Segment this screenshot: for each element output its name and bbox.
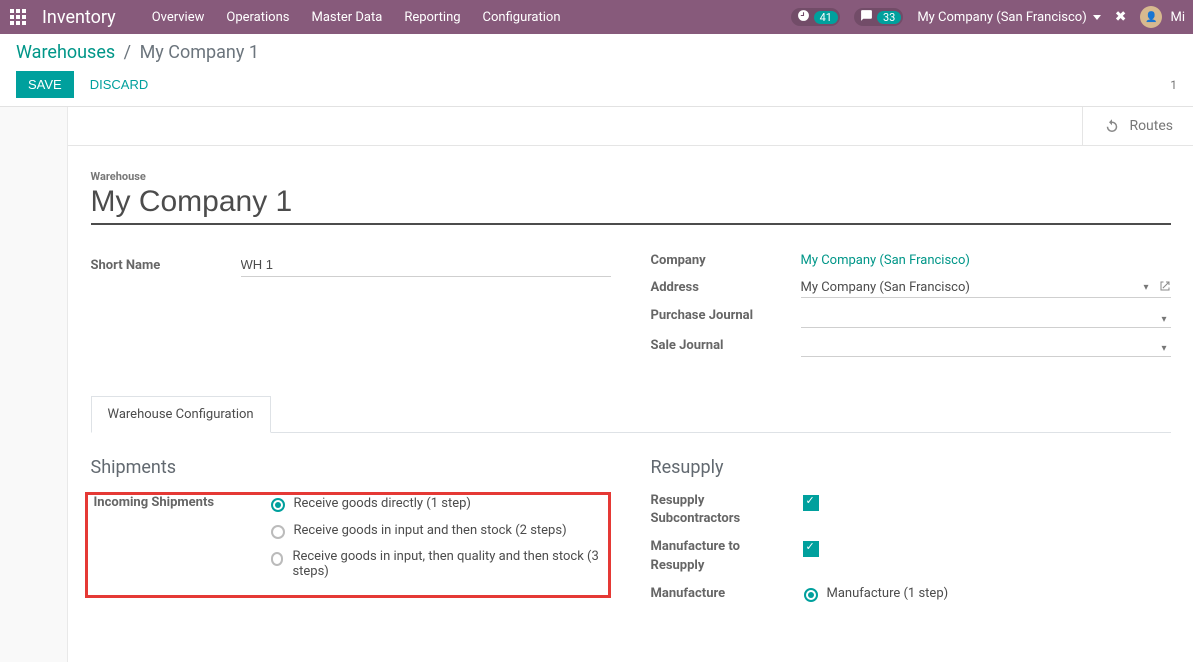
- activity-count: 41: [814, 11, 838, 24]
- messages-count: 33: [877, 11, 901, 24]
- save-button[interactable]: SAVE: [16, 71, 74, 98]
- manufacture-option-1-label: Manufacture (1 step): [827, 586, 949, 601]
- menu-operations[interactable]: Operations: [226, 10, 289, 25]
- clock-icon: [797, 9, 810, 25]
- incoming-option-1-label: Receive goods directly (1 step): [294, 496, 471, 511]
- breadcrumb-sep: /: [124, 42, 131, 63]
- avatar[interactable]: 👤: [1140, 6, 1162, 28]
- left-column: Short Name: [91, 253, 611, 367]
- shipments-section: Shipments Incoming Shipments Receive goo…: [91, 457, 611, 622]
- resupply-subcontractors-label: Resupply Subcontractors: [651, 492, 775, 528]
- resupply-subcontractors-checkbox[interactable]: [803, 495, 819, 511]
- manufacture-to-resupply-checkbox[interactable]: [803, 541, 819, 557]
- company-value[interactable]: My Company (San Francisco): [801, 253, 1171, 268]
- incoming-option-3-label: Receive goods in input, then quality and…: [292, 549, 601, 579]
- warehouse-name-input[interactable]: [91, 183, 1171, 225]
- incoming-radio-3[interactable]: [271, 552, 284, 566]
- messages-indicator[interactable]: 33: [854, 8, 903, 26]
- resupply-heading: Resupply: [651, 457, 1171, 478]
- sale-journal-label: Sale Journal: [651, 338, 801, 353]
- short-name-input[interactable]: [241, 253, 611, 277]
- chat-icon: [860, 9, 873, 25]
- manufacture-label: Manufacture: [651, 585, 775, 603]
- chevron-down-icon: [1093, 15, 1101, 20]
- highlight-box: Incoming Shipments Receive goods directl…: [85, 492, 611, 598]
- tab-warehouse-config[interactable]: Warehouse Configuration: [91, 396, 271, 433]
- chevron-down-icon: ▾: [1157, 314, 1170, 325]
- incoming-shipments-label: Incoming Shipments: [94, 495, 242, 589]
- activity-indicator[interactable]: 41: [791, 8, 840, 26]
- manufacture-radio-1[interactable]: [804, 588, 818, 602]
- main-menu: Overview Operations Master Data Reportin…: [152, 10, 561, 25]
- breadcrumb: Warehouses / My Company 1: [16, 42, 1177, 63]
- menu-overview[interactable]: Overview: [152, 10, 205, 25]
- form-sheet: Warehouse Short Name Company M: [91, 146, 1171, 662]
- apps-icon[interactable]: [8, 7, 28, 27]
- incoming-radio-1[interactable]: [271, 498, 285, 512]
- address-label: Address: [651, 280, 801, 295]
- pager[interactable]: 1: [1170, 78, 1177, 92]
- button-box: Routes: [68, 107, 1193, 146]
- menu-master-data[interactable]: Master Data: [311, 10, 382, 25]
- left-gutter: [0, 107, 68, 662]
- purchase-journal-input[interactable]: ▾: [801, 312, 1171, 328]
- warehouse-label: Warehouse: [91, 170, 1171, 183]
- tabs: Warehouse Configuration: [91, 395, 1171, 433]
- breadcrumb-current: My Company 1: [140, 42, 259, 63]
- incoming-option-2[interactable]: Receive goods in input and then stock (2…: [266, 522, 602, 539]
- shipments-heading: Shipments: [91, 457, 611, 478]
- incoming-option-2-label: Receive goods in input and then stock (2…: [294, 523, 567, 538]
- address-value: My Company (San Francisco): [801, 280, 970, 295]
- manufacture-to-resupply-label: Manufacture to Resupply: [651, 538, 775, 574]
- incoming-option-1[interactable]: Receive goods directly (1 step): [266, 495, 602, 512]
- top-navbar: Inventory Overview Operations Master Dat…: [0, 0, 1193, 34]
- menu-reporting[interactable]: Reporting: [404, 10, 460, 25]
- incoming-radio-2[interactable]: [271, 525, 285, 539]
- user-short: Mi: [1170, 10, 1185, 25]
- resupply-section: Resupply Resupply Subcontractors Manufac…: [651, 457, 1171, 622]
- right-column: Company My Company (San Francisco) Addre…: [651, 253, 1171, 367]
- company-switcher[interactable]: My Company (San Francisco): [917, 10, 1100, 25]
- control-panel: Warehouses / My Company 1 SAVE DISCARD 1: [0, 34, 1193, 107]
- discard-button[interactable]: DISCARD: [84, 76, 155, 93]
- external-link-icon[interactable]: [1159, 280, 1171, 295]
- purchase-journal-label: Purchase Journal: [651, 308, 801, 323]
- debug-icon[interactable]: ✖: [1115, 9, 1127, 25]
- app-brand[interactable]: Inventory: [42, 7, 116, 28]
- nav-right: 41 33 My Company (San Francisco) ✖ 👤 Mi: [791, 6, 1185, 28]
- address-input[interactable]: My Company (San Francisco) ▾: [801, 278, 1171, 298]
- short-name-label: Short Name: [91, 258, 241, 273]
- incoming-option-3[interactable]: Receive goods in input, then quality and…: [266, 549, 602, 579]
- chevron-down-icon: ▾: [1139, 282, 1152, 293]
- refresh-icon: [1103, 117, 1121, 135]
- manufacture-option-1[interactable]: Manufacture (1 step): [799, 585, 1171, 602]
- sale-journal-input[interactable]: ▾: [801, 341, 1171, 357]
- menu-configuration[interactable]: Configuration: [483, 10, 561, 25]
- routes-label: Routes: [1129, 118, 1173, 134]
- company-name: My Company (San Francisco): [917, 10, 1086, 25]
- routes-button[interactable]: Routes: [1082, 107, 1193, 145]
- company-label: Company: [651, 253, 801, 268]
- chevron-down-icon: ▾: [1157, 343, 1170, 354]
- view-body: Routes Warehouse Short Name: [0, 107, 1193, 662]
- breadcrumb-root[interactable]: Warehouses: [16, 42, 115, 63]
